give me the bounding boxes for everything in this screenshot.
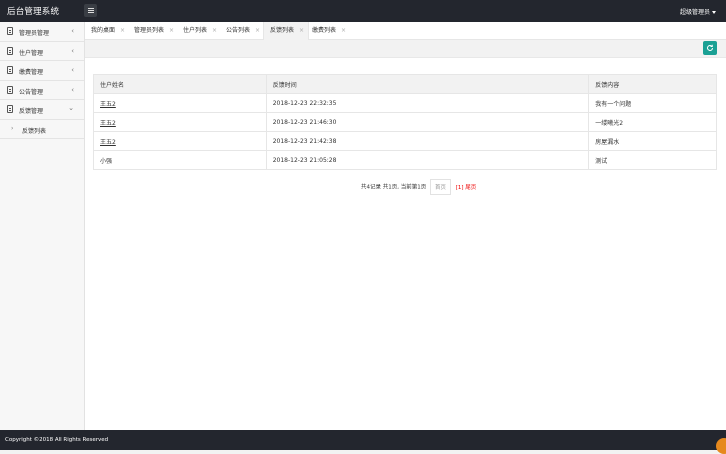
sidebar-item-label: 缴费管理 <box>19 69 44 76</box>
chevron-down-icon: ⌄ <box>68 104 74 112</box>
sidebar-item-label: 反馈管理 <box>19 108 44 115</box>
sidebar: 管理员管理 ‹ 住户管理 ‹ 缴费管理 ‹ 公告管理 ‹ 反馈管理 ⌄ › 反馈… <box>0 22 85 430</box>
top-header: 后台管理系统 超级管理员 <box>0 0 726 22</box>
main-content: 住户姓名 反馈时间 反馈内容 王五2 2018-12-23 22:32:35 我… <box>85 58 726 430</box>
feedback-content: 一缕曦光2 <box>588 112 717 132</box>
chevron-left-icon: ‹ <box>71 85 74 94</box>
tab-label: 管理员列表 <box>134 27 165 34</box>
close-icon[interactable]: × <box>212 27 217 34</box>
feedback-content: 房屋漏水 <box>588 131 717 151</box>
document-icon <box>7 105 13 113</box>
resident-name-link[interactable]: 王五2 <box>93 112 267 132</box>
sidebar-item-feedback[interactable]: 反馈管理 ⌄ <box>0 100 84 120</box>
tab-label: 反馈列表 <box>270 27 295 34</box>
feedback-content: 测试 <box>588 150 717 170</box>
feedback-content: 我有一个问题 <box>588 93 717 113</box>
sidebar-item-payments[interactable]: 缴费管理 ‹ <box>0 61 84 81</box>
tab-admin-list[interactable]: 管理员列表 × <box>134 22 174 40</box>
chevron-left-icon: ‹ <box>71 66 74 74</box>
tab-label: 缴费列表 <box>312 27 337 34</box>
copyright-text: Copyright ©2018 All Rights Reserved <box>5 437 109 443</box>
chevron-right-icon: › <box>11 124 14 132</box>
tab-desktop[interactable]: 我的桌面 × <box>91 22 125 40</box>
refresh-button[interactable] <box>703 41 717 55</box>
sidebar-subitem-feedback-list[interactable]: › 反馈列表 <box>0 119 84 139</box>
chevron-left-icon: ‹ <box>71 46 74 55</box>
table-header-row: 住户姓名 反馈时间 反馈内容 <box>93 74 717 94</box>
feedback-time: 2018-12-23 21:46:30 <box>265 112 590 132</box>
table-row: 王五2 2018-12-23 21:46:30 一缕曦光2 <box>93 112 717 132</box>
close-icon[interactable]: × <box>169 27 174 34</box>
app-title: 后台管理系统 <box>7 7 60 17</box>
close-icon[interactable]: × <box>299 27 304 34</box>
refresh-icon <box>707 44 713 51</box>
close-icon[interactable]: × <box>255 27 260 34</box>
user-menu[interactable]: 超级管理员 <box>680 7 716 16</box>
tab-notice-list[interactable]: 公告列表 × <box>226 22 260 40</box>
column-header-feedback-time: 反馈时间 <box>265 74 590 94</box>
feedback-time: 2018-12-23 21:42:38 <box>265 131 590 151</box>
tab-label: 我的桌面 <box>91 27 116 34</box>
table-row: 王五2 2018-12-23 22:32:35 我有一个问题 <box>93 93 717 113</box>
resident-name-link[interactable]: 王五2 <box>93 131 267 151</box>
sidebar-item-residents[interactable]: 住户管理 ‹ <box>0 42 84 61</box>
tab-resident-list[interactable]: 住户列表 × <box>183 22 217 40</box>
sidebar-item-label: 公告管理 <box>19 88 44 96</box>
table-row: 小强 2018-12-23 21:05:28 测试 <box>93 150 717 170</box>
sidebar-subitem-label: 反馈列表 <box>22 127 47 135</box>
column-header-feedback-content: 反馈内容 <box>588 74 717 94</box>
user-name: 超级管理员 <box>679 9 710 16</box>
feedback-table: 住户姓名 反馈时间 反馈内容 王五2 2018-12-23 22:32:35 我… <box>93 74 717 170</box>
tab-feedback-list[interactable]: 反馈列表 × <box>263 22 310 40</box>
tab-bar: 我的桌面 × 管理员列表 × 住户列表 × 公告列表 × 反馈列表 × 缴费列表 × <box>85 22 726 40</box>
document-icon <box>7 85 13 94</box>
footer: Copyright ©2018 All Rights Reserved <box>0 430 726 454</box>
sidebar-item-notices[interactable]: 公告管理 ‹ <box>0 81 84 100</box>
pagination-summary: 共4记录 共1页, 当前第1页 <box>361 184 427 191</box>
resident-name: 小强 <box>93 150 267 170</box>
sidebar-item-label: 管理员管理 <box>19 30 50 37</box>
sidebar-item-label: 住户管理 <box>19 49 44 57</box>
floating-avatar[interactable] <box>716 438 726 454</box>
column-header-resident-name: 住户姓名 <box>93 74 267 94</box>
document-icon <box>7 27 13 35</box>
pagination: 共4记录 共1页, 当前第1页 首页 [1] 尾页 <box>361 179 476 195</box>
menu-icon <box>87 8 94 9</box>
last-page-link[interactable]: [1] 尾页 <box>456 185 477 191</box>
tab-payment-list[interactable]: 缴费列表 × <box>312 22 346 40</box>
sidebar-item-admins[interactable]: 管理员管理 ‹ <box>0 22 84 42</box>
sidebar-toggle-button[interactable] <box>84 4 97 17</box>
chevron-left-icon: ‹ <box>71 27 74 35</box>
close-icon[interactable]: × <box>120 27 125 34</box>
tab-label: 住户列表 <box>183 27 208 34</box>
resident-name-link[interactable]: 王五2 <box>93 93 267 113</box>
close-icon[interactable]: × <box>341 27 346 34</box>
document-icon <box>7 46 13 55</box>
caret-down-icon <box>712 11 716 14</box>
feedback-time: 2018-12-23 21:05:28 <box>265 150 590 170</box>
tab-label: 公告列表 <box>226 27 251 34</box>
feedback-time: 2018-12-23 22:32:35 <box>265 93 590 113</box>
table-row: 王五2 2018-12-23 21:42:38 房屋漏水 <box>93 131 717 151</box>
first-page-button[interactable]: 首页 <box>430 179 452 195</box>
document-icon <box>7 66 13 74</box>
toolbar <box>85 40 726 58</box>
